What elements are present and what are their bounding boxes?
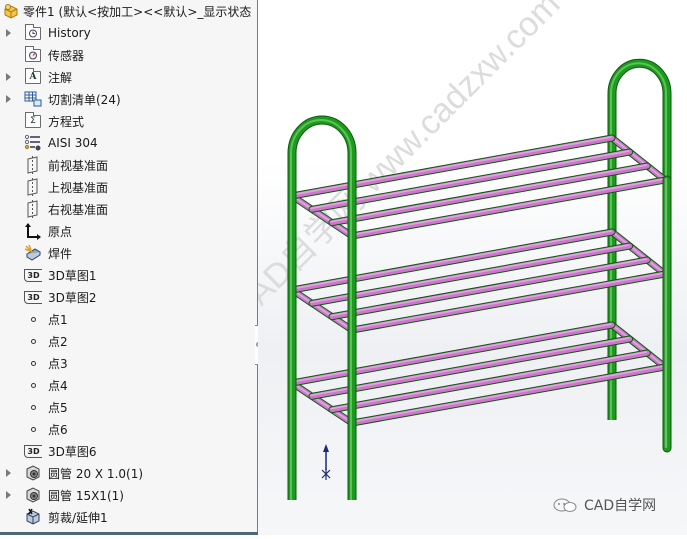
tree-item-label: 焊件 xyxy=(48,246,73,261)
tree-item[interactable]: 点2 xyxy=(0,330,256,352)
tree-item[interactable]: 右视基准面 xyxy=(0,198,256,220)
point-icon xyxy=(24,354,42,372)
point-icon xyxy=(24,420,42,438)
shelf-3-rail-highlight xyxy=(350,365,665,423)
tree-item-label: 3D草图2 xyxy=(48,290,97,305)
history-folder-icon xyxy=(24,23,42,42)
tree-item-label: 方程式 xyxy=(48,114,85,129)
tree-item[interactable]: 原点 xyxy=(0,220,256,242)
expand-arrow-icon[interactable] xyxy=(6,29,11,37)
tree-item[interactable]: 3D 3D草图6 xyxy=(0,440,256,462)
weldment-icon xyxy=(24,244,42,262)
tree-item[interactable]: AISI 304 xyxy=(0,132,256,154)
material-icon xyxy=(24,134,42,152)
tree-item[interactable]: 3D 3D草图1 xyxy=(0,264,256,286)
tree-item[interactable]: History xyxy=(0,22,256,44)
tree-item-label: 上视基准面 xyxy=(48,180,109,195)
3d-sketch-icon: 3D xyxy=(24,442,42,460)
tree-item[interactable]: 圆管 15X1(1) xyxy=(0,484,256,506)
tree-root-label: 零件1 (默认<按加工><<默认>_显示状态 xyxy=(23,4,252,19)
tree-item-label: 切割清单(24) xyxy=(48,92,121,107)
tree-item-label: 圆管 20 X 1.0(1) xyxy=(48,466,144,481)
tree-item[interactable]: 剪裁/延伸1 xyxy=(0,506,256,528)
shelf-2-rail-highlight xyxy=(350,272,665,330)
cut-list-icon xyxy=(24,90,42,108)
tree-item-label: 3D草图6 xyxy=(48,444,97,459)
feature-manager-tree: 零件1 (默认<按加工><<默认>_显示状态 History 传感器 A 注解切割清单… xyxy=(0,0,258,532)
brand-label: CAD自学网 xyxy=(584,498,657,514)
tree-item[interactable]: 上视基准面 xyxy=(0,176,256,198)
tree-item-label: 注解 xyxy=(48,70,73,85)
structural-member-icon xyxy=(24,464,42,482)
shelf-1-rail-highlight xyxy=(350,178,665,236)
tree-item[interactable]: 点3 xyxy=(0,352,256,374)
tree-item-label: 传感器 xyxy=(48,48,85,63)
part-icon xyxy=(2,2,20,20)
tree-item-label: 点6 xyxy=(48,422,68,437)
tree-item[interactable]: Σ 方程式 xyxy=(0,110,256,132)
tree-item[interactable]: 点4 xyxy=(0,374,256,396)
tree-item[interactable]: 点5 xyxy=(0,396,256,418)
wechat-icon xyxy=(553,498,577,512)
brand-watermark: CAD自学网 xyxy=(552,495,656,515)
tree-item-label: 3D草图1 xyxy=(48,268,97,283)
annotations-folder-icon: A xyxy=(24,67,42,86)
tree-item[interactable]: A 注解 xyxy=(0,66,256,88)
3d-sketch-icon: 3D xyxy=(24,266,42,284)
graphics-area[interactable]: CAD自学网 www.cadzxw.com xyxy=(223,0,687,535)
origin-icon xyxy=(24,222,42,240)
tree-item[interactable]: 焊件 xyxy=(0,242,256,264)
point-icon xyxy=(24,376,42,394)
tree-item[interactable]: 前视基准面 xyxy=(0,154,256,176)
point-icon xyxy=(24,398,42,416)
point-icon xyxy=(24,332,42,350)
tree-item-label: 点4 xyxy=(48,378,68,393)
tree-item-label: 点5 xyxy=(48,400,68,415)
tree-item[interactable]: 切割清单(24) xyxy=(0,88,256,110)
trim-extend-icon xyxy=(24,508,42,526)
tree-item[interactable]: 点1 xyxy=(0,308,256,330)
tree-item-label: 圆管 15X1(1) xyxy=(48,488,124,503)
tree-item[interactable]: 点6 xyxy=(0,418,256,440)
tree-item-label: 右视基准面 xyxy=(48,202,109,217)
point-icon xyxy=(24,310,42,328)
triad-y-arrow-icon xyxy=(323,444,329,452)
model-view: CAD自学网 www.cadzxw.com xyxy=(223,0,672,500)
expand-arrow-icon[interactable] xyxy=(6,73,11,81)
3d-sketch-icon: 3D xyxy=(24,288,42,306)
equations-folder-icon: Σ xyxy=(24,111,42,130)
tree-item-label: 原点 xyxy=(48,224,73,239)
plane-icon xyxy=(24,200,42,218)
structural-member-icon xyxy=(24,486,42,504)
tree-item-label: 前视基准面 xyxy=(48,158,109,173)
tree-item[interactable]: 圆管 20 X 1.0(1) xyxy=(0,462,256,484)
plane-icon xyxy=(24,178,42,196)
plane-icon xyxy=(24,156,42,174)
tree-item-label: History xyxy=(48,26,91,40)
tree-item-label: 点2 xyxy=(48,334,68,349)
expand-arrow-icon[interactable] xyxy=(6,95,11,103)
tree-item-label: 剪裁/延伸1 xyxy=(48,510,108,525)
tree-item-label: AISI 304 xyxy=(48,136,98,150)
tree-item-label: 点1 xyxy=(48,312,68,327)
triad-origin-icon xyxy=(321,468,331,480)
expand-arrow-icon[interactable] xyxy=(6,491,11,499)
tree-item-label: 点3 xyxy=(48,356,68,371)
tree-item[interactable]: 3D 3D草图2 xyxy=(0,286,256,308)
sensors-folder-icon xyxy=(24,45,42,64)
expand-arrow-icon[interactable] xyxy=(6,469,11,477)
tree-item[interactable]: 传感器 xyxy=(0,44,256,66)
